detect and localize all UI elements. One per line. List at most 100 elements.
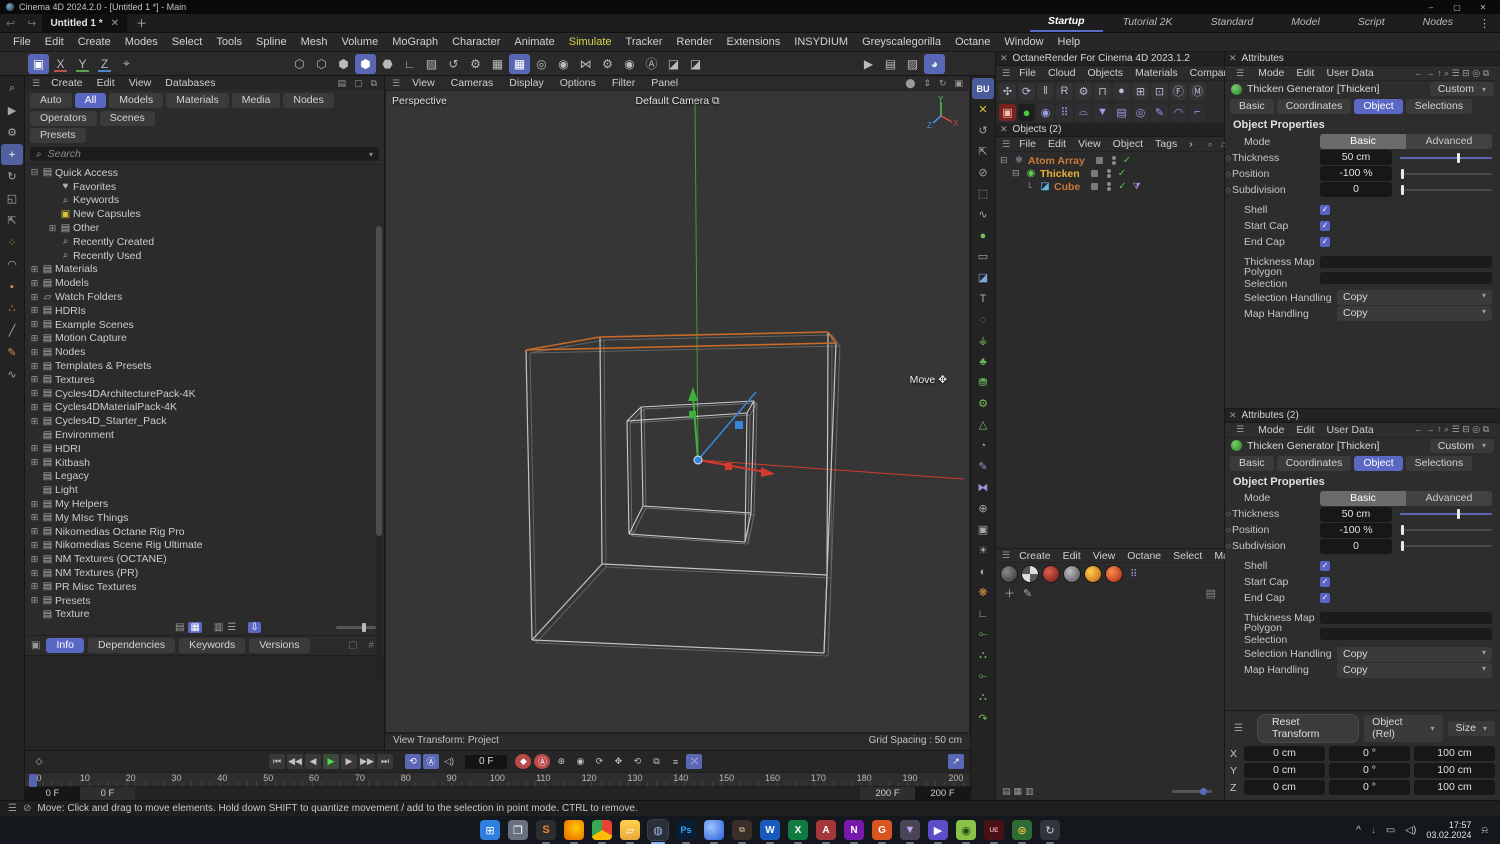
tree-item[interactable]: Textures [25,373,384,387]
record-button[interactable]: ⧉ [648,754,664,769]
rail-tool-icon[interactable]: ⊘ [972,162,994,183]
octane-tool-icon[interactable]: ⌓ [1075,103,1092,121]
objects-menu-tags[interactable]: Tags [1149,138,1183,150]
attr-burger-icon[interactable]: ☰ [1234,68,1246,79]
expander-icon[interactable] [47,223,58,234]
rail-tool-icon[interactable]: ∟ [972,603,994,624]
expander-icon[interactable] [29,278,40,289]
viewport-maximize-icon[interactable]: ▣ [951,78,966,89]
tray-display-icon[interactable]: ▭ [1386,825,1395,836]
thickness-map-field[interactable] [1320,255,1492,268]
filter-tab[interactable]: All [74,93,107,108]
keyframe-dot-icon[interactable]: ◇ [1225,510,1232,518]
rail-tool-icon[interactable]: △ [972,414,994,435]
range-start-field2[interactable]: 0 F [80,787,135,800]
rail-tool-icon[interactable]: ▭ [972,246,994,267]
tab-coordinates[interactable]: Coordinates [1276,99,1352,114]
expander-icon[interactable] [29,361,40,372]
toolbar-icon[interactable]: ◪ [685,54,706,74]
toolbar-icon[interactable]: ◎ [531,54,552,74]
size-mode-dropdown[interactable]: Size ▾ [1447,721,1495,736]
taskbar-app-icon[interactable] [592,820,612,844]
transport-button[interactable]: ◀◀ [287,754,303,769]
tool-icon[interactable]: ⇱ [1,210,23,231]
toolbar-icon[interactable]: ◉ [553,54,574,74]
filter-tab[interactable]: Nodes [283,93,334,108]
toolbar-icon[interactable]: ◕ [924,53,945,74]
attr-burger-icon[interactable]: ☰ [1234,424,1246,435]
transport-button[interactable]: ▶ [341,754,357,769]
rail-tool-icon[interactable]: ⇱ [972,141,994,162]
filter-tab[interactable]: Media [231,93,281,108]
octane-tool-icon[interactable]: Ⓕ [1170,82,1187,100]
close-panel-icon[interactable]: ✕ [1229,410,1237,421]
tree-item[interactable]: HDRI [25,442,384,456]
octane-menu-cloud[interactable]: Cloud [1042,67,1081,79]
expander-icon[interactable]: ⊟ [1012,168,1022,179]
subdivision-input[interactable]: 0 [1320,538,1392,554]
menu-item[interactable]: Mesh [294,34,335,50]
tree-item[interactable]: HDRIs [25,304,384,318]
rail-tool-icon[interactable]: ◔ [972,435,994,456]
tab-keywords[interactable]: Keywords [179,638,246,653]
record-button[interactable]: ✥ [610,754,626,769]
keyframe-dot-icon[interactable]: ◇ [1225,526,1232,534]
polygon-selection-field[interactable] [1320,628,1492,641]
material-thumbnail[interactable] [1105,565,1123,583]
toolbar-icon[interactable]: Z [94,54,115,74]
sort-view-icon[interactable]: ▥ [214,622,223,633]
transport-button[interactable]: ▶ [323,754,339,769]
minimize-button[interactable]: – [1418,3,1444,12]
rail-tool-icon[interactable]: ♣ [972,351,994,372]
menu-create[interactable]: Create [45,77,89,89]
rail-tool-icon[interactable]: ⚶ [972,330,994,351]
map-handling-dropdown[interactable]: Copy ▾ [1337,306,1492,321]
record-button[interactable]: ⟳ [591,754,607,769]
object-row-cube[interactable]: └ ◪ Cube ✓ ⧩ [996,180,1224,193]
tree-item[interactable]: My MIsc Things [25,511,384,525]
octane-tool-icon[interactable]: ⊓ [1094,82,1111,100]
tree-item[interactable]: Models [25,276,384,290]
selection-handling-dropdown[interactable]: Copy ▾ [1337,290,1492,305]
tab-dependencies[interactable]: Dependencies [87,638,176,653]
document-tab[interactable]: Untitled 1 * ✕ [42,13,128,33]
toolbar-icon[interactable]: ⬡ [289,54,310,74]
toolbar-icon[interactable]: ▤ [880,54,901,74]
menu-item[interactable]: Select [165,34,210,50]
taskbar-app-icon[interactable]: S [536,820,556,844]
octane-tool-icon[interactable]: ⠿ [1056,103,1073,121]
reset-transform-button[interactable]: Reset Transform [1256,714,1360,743]
map-handling-dropdown[interactable]: Copy ▾ [1337,662,1492,678]
octane-tool-icon[interactable]: ⟳ [1018,82,1035,100]
mat-view-icon2[interactable]: ▦ [1014,786,1023,797]
transport-button[interactable]: ▶▶ [359,754,375,769]
octane-tool-icon[interactable]: ▼ [1094,103,1111,121]
toolbar-icon[interactable]: ◉ [619,54,640,74]
tree-item[interactable]: Materials [25,263,384,277]
tool-icon[interactable]: ⁘ [1,232,23,253]
rail-tool-icon[interactable]: ⊕ [972,498,994,519]
tab-basic[interactable]: Basic [1230,455,1274,471]
octane-tool-icon[interactable]: ◠ [1170,103,1187,121]
menu-item[interactable]: Modes [118,34,165,50]
expander-icon[interactable] [29,374,40,385]
rotation-input[interactable]: 0 ° [1329,746,1410,761]
rail-tool-icon[interactable]: ⛬ [972,687,994,708]
menu-item[interactable]: Extensions [719,34,787,50]
tree-item[interactable]: Presets [25,594,384,608]
rail-tool-icon[interactable]: ⚙ [972,393,994,414]
transport-button[interactable]: ⏮ [269,754,285,769]
octane-tool-icon[interactable]: ● [1113,82,1130,100]
mode-advanced-button[interactable]: Advanced [1406,134,1492,149]
taskbar-app-icon[interactable]: ⊞ [480,820,500,840]
toolbar-icon[interactable]: ▣ [28,53,49,74]
expander-icon[interactable] [29,581,40,592]
tree-item[interactable]: Cycles4DArchitecturePack-4K [25,387,384,401]
attr-menu-userdata[interactable]: User Data [1320,424,1379,436]
expander-icon[interactable] [29,457,40,468]
thickness-slider[interactable] [1400,152,1492,163]
objects-burger-icon[interactable]: ☰ [999,139,1013,150]
object-row-atom-array[interactable]: ⊟ ⚛ Atom Array ✓ [996,154,1224,167]
filter-tab[interactable]: Materials [166,93,229,108]
menu-item[interactable]: INSYDIUM [787,34,855,50]
